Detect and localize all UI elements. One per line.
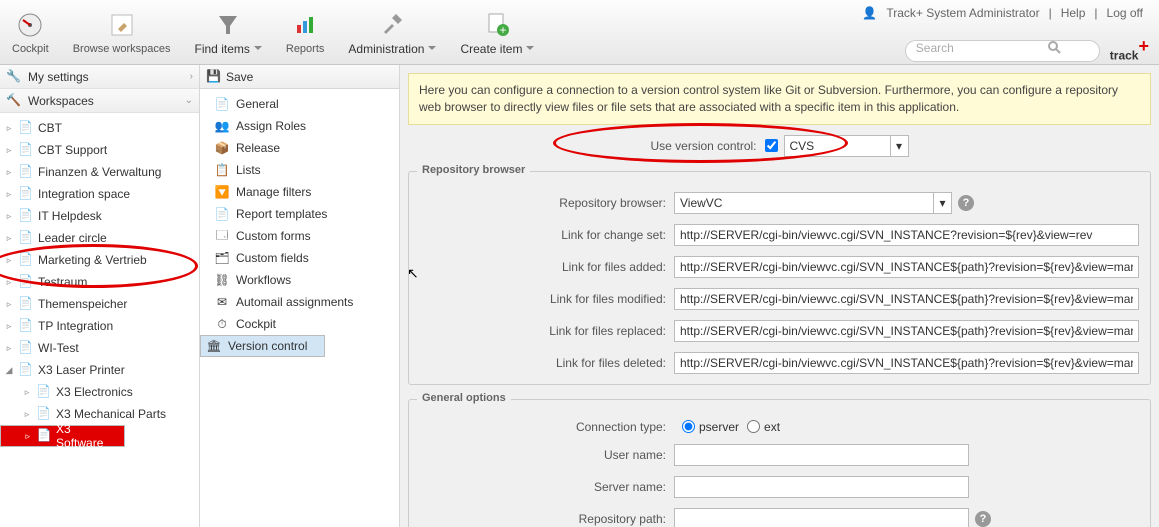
tree-child-selected[interactable]: ▹📄X3 Software [0, 425, 125, 447]
info-banner: Here you can configure a connection to a… [408, 73, 1151, 125]
menu-custom-fields[interactable]: 🗂Custom fields [200, 247, 399, 269]
search-icon [1047, 40, 1061, 54]
user-icon: 👤 [862, 6, 877, 20]
help-icon[interactable]: ? [975, 511, 991, 527]
gauge-icon: ⏱ [214, 316, 230, 332]
vcs-icon: 🏛 [206, 338, 222, 354]
toolbar: Cockpit Browse workspaces Find items Rep… [0, 0, 1159, 65]
list-icon: 📋 [214, 162, 230, 178]
menu-cockpit[interactable]: ⏱Cockpit [200, 313, 399, 335]
tree-node[interactable]: ▹📄CBT [0, 117, 199, 139]
administration-button[interactable]: Administration [336, 0, 448, 65]
tree-node[interactable]: ▹📄Testraum [0, 271, 199, 293]
menu-general[interactable]: 📄General [200, 93, 399, 115]
gauge-icon [16, 11, 44, 39]
tree-node[interactable]: ▹📄Leader circle [0, 227, 199, 249]
tree-node[interactable]: ▹📄TP Integration [0, 315, 199, 337]
save-button[interactable]: 💾 Save [200, 65, 399, 89]
new-doc-icon: + [483, 10, 511, 38]
doc-icon: 📄 [214, 96, 230, 112]
menu-release[interactable]: 📦Release [200, 137, 399, 159]
hammer-icon: 🔨 [6, 93, 22, 109]
general-options-fieldset: General options Connection type: pserver… [408, 399, 1151, 527]
menu-manage-filters[interactable]: 🔽Manage filters [200, 181, 399, 203]
link-deleted-input[interactable] [674, 352, 1139, 374]
hammer-icon [108, 11, 136, 39]
fieldset-legend: General options [417, 392, 511, 404]
menu-lists[interactable]: 📋Lists [200, 159, 399, 181]
config-menu: 💾 Save 📄General 👥Assign Roles 📦Release 📋… [200, 65, 400, 527]
reports-button[interactable]: Reports [274, 0, 337, 65]
tools-icon [378, 10, 406, 38]
barchart-icon [291, 11, 319, 39]
tree-node[interactable]: ▹📄Finanzen & Verwaltung [0, 161, 199, 183]
svg-text:+: + [500, 23, 507, 37]
wrench-icon: 🔧 [6, 69, 22, 85]
link-replaced-input[interactable] [674, 320, 1139, 342]
my-settings-section[interactable]: 🔧 My settings › [0, 65, 199, 89]
workspaces-section[interactable]: 🔨 Workspaces ⌄ [0, 89, 199, 113]
link-changeset-input[interactable] [674, 224, 1139, 246]
workflow-icon: ⛓ [214, 272, 230, 288]
repo-browser-select[interactable]: ViewVC▾ [674, 192, 952, 214]
cockpit-button[interactable]: Cockpit [0, 0, 61, 65]
tree-node[interactable]: ▹📄IT Helpdesk [0, 205, 199, 227]
servername-input[interactable] [674, 476, 969, 498]
chevron-down-icon: ⌄ [185, 95, 193, 106]
user-link[interactable]: Track+ System Administrator [880, 6, 1045, 20]
fields-icon: 🗂 [214, 250, 230, 266]
link-modified-input[interactable] [674, 288, 1139, 310]
vc-type-select[interactable]: CVS ▾ [784, 135, 909, 157]
content-panel: Here you can configure a connection to a… [400, 65, 1159, 527]
link-added-input[interactable] [674, 256, 1139, 278]
help-icon[interactable]: ? [958, 195, 974, 211]
funnel-icon [214, 10, 242, 38]
menu-report-templates[interactable]: 📄Report templates [200, 203, 399, 225]
sidebar: 🔧 My settings › 🔨 Workspaces ⌄ ▹📄CBT ▹📄C… [0, 65, 200, 527]
conn-pserver-radio[interactable] [682, 420, 695, 433]
chevron-right-icon: › [190, 71, 193, 82]
conn-ext-radio[interactable] [747, 420, 760, 433]
mail-icon: ✉ [214, 294, 230, 310]
menu-custom-forms[interactable]: 🗔Custom forms [200, 225, 399, 247]
browse-workspaces-button[interactable]: Browse workspaces [61, 0, 183, 65]
form-icon: 🗔 [214, 228, 230, 244]
workspace-tree: ▹📄CBT ▹📄CBT Support ▹📄Finanzen & Verwalt… [0, 113, 199, 451]
tree-node[interactable]: ▹📄WI-Test [0, 337, 199, 359]
help-link[interactable]: Help [1055, 6, 1092, 20]
menu-workflows[interactable]: ⛓Workflows [200, 269, 399, 291]
menu-assign-roles[interactable]: 👥Assign Roles [200, 115, 399, 137]
logo: track+ [1110, 36, 1149, 66]
menu-version-control[interactable]: 🏛Version control [200, 335, 325, 357]
search-input[interactable]: Search [905, 40, 1100, 62]
tree-node[interactable]: ▹📄Integration space [0, 183, 199, 205]
tree-child[interactable]: ▹📄X3 Electronics [0, 381, 199, 403]
report-icon: 📄 [214, 206, 230, 222]
user-bar: 👤 Track+ System Administrator | Help | L… [862, 6, 1149, 20]
box-icon: 📦 [214, 140, 230, 156]
fieldset-legend: Repository browser [417, 164, 530, 176]
logoff-link[interactable]: Log off [1101, 6, 1149, 20]
tree-node[interactable]: ▹📄Marketing & Vertrieb [0, 249, 199, 271]
use-vc-label: Use version control: [650, 139, 764, 153]
chevron-down-icon: ▾ [890, 136, 908, 156]
repo-browser-fieldset: Repository browser Repository browser: V… [408, 171, 1151, 385]
create-item-button[interactable]: + Create item [448, 0, 546, 65]
use-vc-checkbox[interactable] [765, 139, 778, 152]
people-icon: 👥 [214, 118, 230, 134]
floppy-icon: 💾 [206, 69, 222, 85]
tree-node[interactable]: ▹📄Themenspeicher [0, 293, 199, 315]
tree-node-expanded[interactable]: ◢📄X3 Laser Printer [0, 359, 199, 381]
repopath-input[interactable] [674, 508, 969, 527]
tree-node[interactable]: ▹📄CBT Support [0, 139, 199, 161]
funnel-icon: 🔽 [214, 184, 230, 200]
section-label: Workspaces [28, 94, 94, 108]
menu-automail[interactable]: ✉Automail assignments [200, 291, 399, 313]
username-input[interactable] [674, 444, 969, 466]
section-label: My settings [28, 70, 89, 84]
find-items-button[interactable]: Find items [183, 0, 274, 65]
